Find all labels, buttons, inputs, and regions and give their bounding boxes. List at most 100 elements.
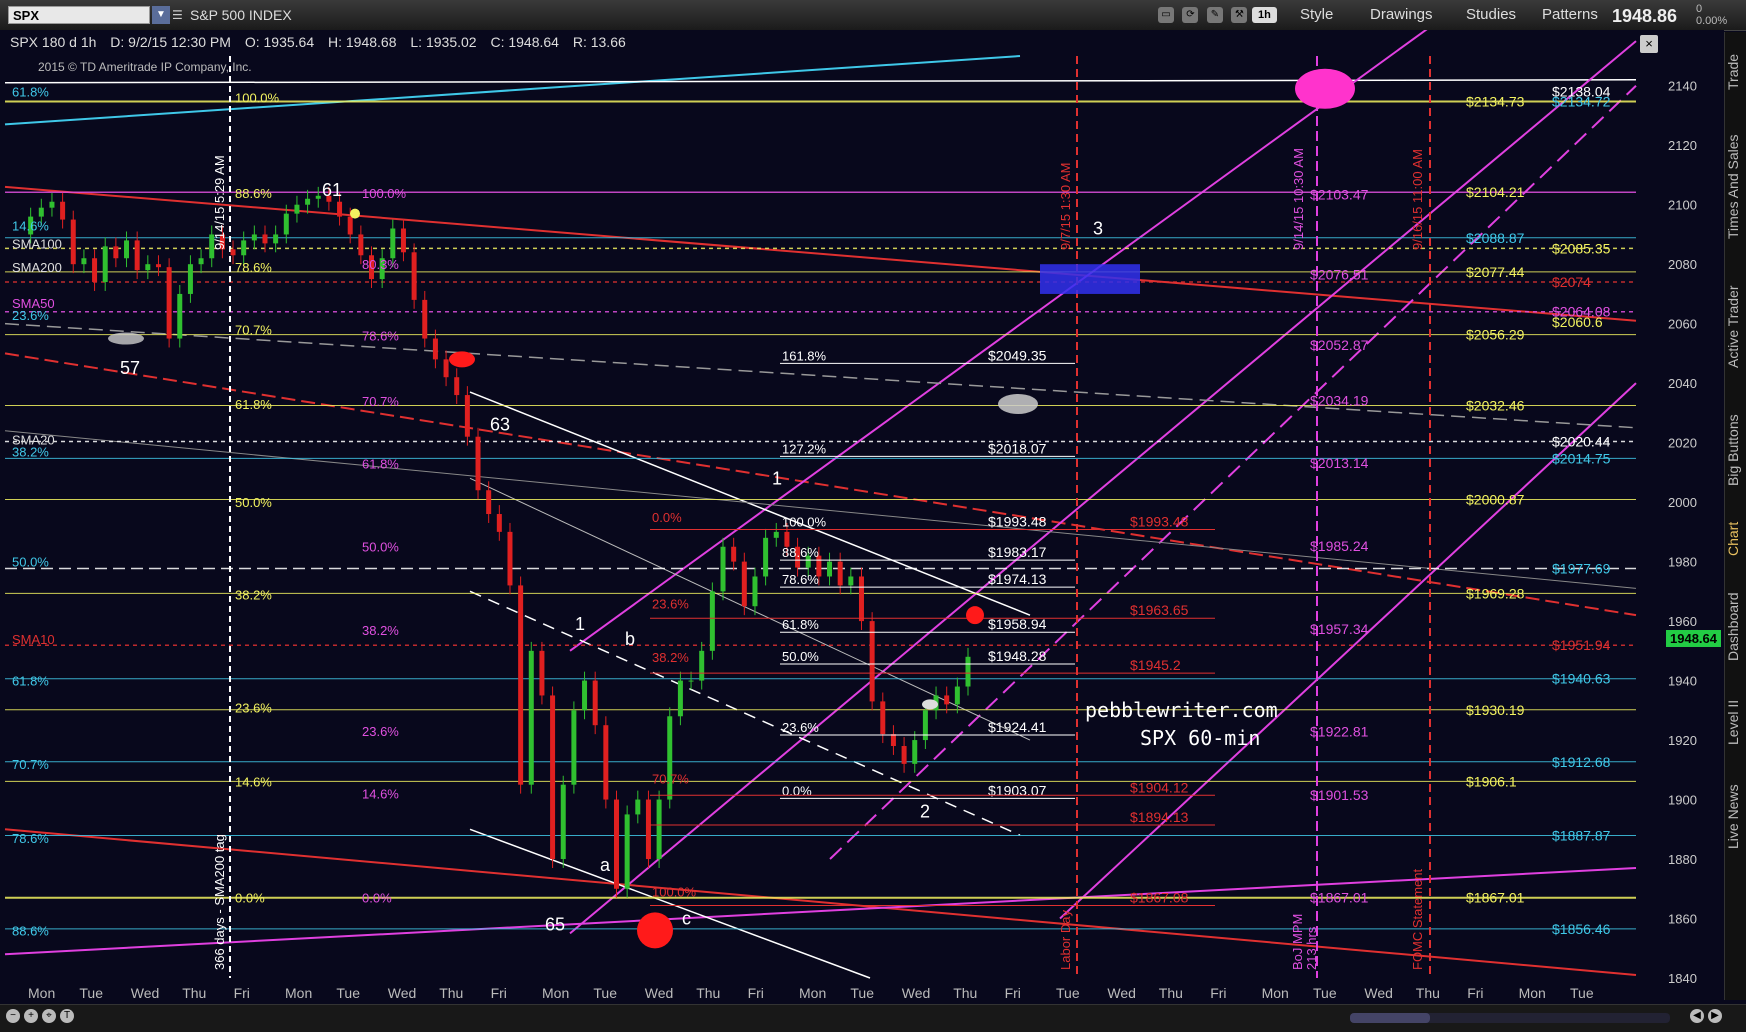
y-axis-tick-label: 1840 (1668, 971, 1697, 986)
candle-body (944, 695, 950, 705)
left-fib-b-label: 50.0% (235, 495, 272, 510)
candle-body (60, 201, 66, 220)
rail-tab-times-and-sales[interactable]: Times And Sales (1725, 122, 1746, 252)
candle-body (560, 784, 566, 860)
menu-lines-icon[interactable]: ☰ (172, 6, 186, 24)
candle-body (166, 267, 172, 339)
candle-body (102, 246, 108, 283)
grey-dot-marker (922, 699, 938, 710)
candle-body (667, 716, 673, 800)
candle-body (262, 234, 268, 244)
studies-menu[interactable]: Studies (1466, 6, 1516, 23)
printer-icon[interactable]: ▭ (1158, 6, 1174, 23)
bar-date: D: 9/2/15 12:30 PM (110, 34, 231, 50)
top-toolbar: SPX ▼ ☰ S&P 500 INDEX ▭ ⟳ ✎ ⚒ 1h Style D… (0, 0, 1746, 31)
rail-tab-big-buttons[interactable]: Big Buttons (1725, 400, 1746, 500)
candle-body (454, 377, 460, 396)
bar-high: H: 1948.68 (328, 34, 397, 50)
text-tool-icon[interactable]: T (60, 1009, 74, 1023)
x-axis-tick-label: Mon (285, 985, 312, 1001)
candle-body (752, 576, 758, 607)
rail-tab-level-ii[interactable]: Level II (1725, 687, 1746, 757)
candle-body (709, 591, 715, 651)
left-fib-b-label: 14.6% (235, 775, 272, 790)
patterns-menu[interactable]: Patterns (1542, 6, 1598, 23)
candle-body (720, 546, 726, 592)
candle-body (305, 198, 311, 205)
magenta-level-label: $1901.53 (1310, 787, 1369, 803)
style-menu[interactable]: Style (1300, 6, 1333, 23)
right-level-label: $2088.87 (1466, 230, 1525, 246)
price-chart[interactable]: 1840 1860 1880 1900 1920 1940 1960 1980 2000 2020… (0, 30, 1724, 1004)
x-axis-tick-label: Fri (1210, 985, 1226, 1001)
candle-body (858, 576, 864, 622)
wave-count-label: c (682, 908, 691, 928)
right-level-label: $1867.01 (1466, 890, 1525, 906)
left-fib-label: 14.6% (12, 219, 49, 234)
vertical-marker-label: 9/14/15 5:29 AM (212, 155, 227, 250)
candle-body (827, 561, 833, 577)
wrench-icon[interactable]: ⚒ (1231, 6, 1248, 23)
toolbar-icon-group: ▭ ⟳ ✎ ⚒ (1158, 6, 1251, 24)
sma-label: SMA50 (12, 296, 55, 311)
timeframe-button[interactable]: 1h (1252, 7, 1277, 23)
magenta-level-label: $1867.01 (1310, 890, 1369, 906)
scroll-left-icon[interactable]: ◀ (1690, 1009, 1704, 1023)
vertical-marker-label: Labor Day (1058, 910, 1073, 970)
candle-body (411, 252, 417, 300)
copyright-notice: 2015 © TD Ameritrade IP Company, Inc. (38, 60, 252, 74)
candle-body (912, 740, 918, 764)
magenta-level-label: $2013.14 (1310, 455, 1369, 471)
wave-count-label: 57 (120, 358, 140, 378)
x-axis-tick-label: Mon (1262, 985, 1289, 1001)
drawings-menu[interactable]: Drawings (1370, 6, 1433, 23)
wave-count-label: 2 (920, 801, 930, 821)
candle-body (763, 537, 769, 577)
wave-count-label: 65 (545, 914, 565, 934)
mid-fib-label: 78.6% (782, 572, 819, 587)
candle-body (187, 264, 193, 294)
drawing-tools-icon[interactable]: ✎ (1206, 6, 1223, 23)
red-level-label: $1945.2 (1130, 657, 1181, 673)
candle-body (677, 680, 683, 717)
rail-tab-dashboard[interactable]: Dashboard (1725, 582, 1746, 672)
bar-range: R: 13.66 (572, 34, 626, 50)
left-fib-b-label: 23.6% (235, 700, 272, 715)
symbol-dropdown-icon[interactable]: ▼ (152, 6, 170, 24)
candle-body (741, 561, 747, 607)
rail-tab-trade[interactable]: Trade (1725, 42, 1746, 102)
scroll-right-icon[interactable]: ▶ (1708, 1009, 1722, 1023)
y-axis-tick-label: 1920 (1668, 733, 1697, 748)
close-icon[interactable]: × (1640, 35, 1658, 53)
zoom-out-icon[interactable]: − (6, 1009, 20, 1023)
scrollbar-thumb[interactable] (1350, 1013, 1430, 1023)
target-marker-red (637, 912, 673, 949)
refresh-icon[interactable]: ⟳ (1182, 6, 1199, 23)
left-fib-c-label: 38.2% (362, 623, 399, 638)
candle-body (177, 293, 183, 339)
yellow-dot-marker (350, 208, 360, 219)
vertical-marker-label: 9/16/15 11:00 AM (1410, 149, 1425, 250)
rail-tab-active-trader[interactable]: Active Trader (1725, 272, 1746, 382)
wave-count-label: 61 (322, 180, 342, 200)
candle-body (113, 246, 119, 259)
rail-tab-live-news[interactable]: Live News (1725, 772, 1746, 862)
x-axis-tick-label: Wed (645, 985, 674, 1001)
crosshair-icon[interactable]: ⌖ (42, 1009, 56, 1023)
candle-body (869, 621, 875, 702)
right-level-label: $1951.94 (1552, 637, 1611, 653)
rail-tab-chart[interactable]: Chart (1725, 514, 1746, 564)
mid-level-label: $1903.07 (988, 782, 1047, 798)
symbol-input[interactable]: SPX (8, 6, 150, 24)
candle-body (890, 734, 896, 747)
left-fib-c-label: 61.8% (362, 456, 399, 471)
left-fib-c-label: 70.7% (362, 394, 399, 409)
zoom-in-icon[interactable]: + (24, 1009, 38, 1023)
magenta-level-label: $2076.51 (1310, 267, 1369, 283)
vertical-marker-label: 213 hrs (1304, 926, 1319, 970)
candle-body (613, 799, 619, 889)
last-price: 1948.86 (1612, 6, 1678, 26)
candle-body (464, 395, 470, 437)
left-fib-c-label: 0.0% (362, 891, 392, 906)
watermark-site: pebblewriter.com (1085, 698, 1278, 722)
